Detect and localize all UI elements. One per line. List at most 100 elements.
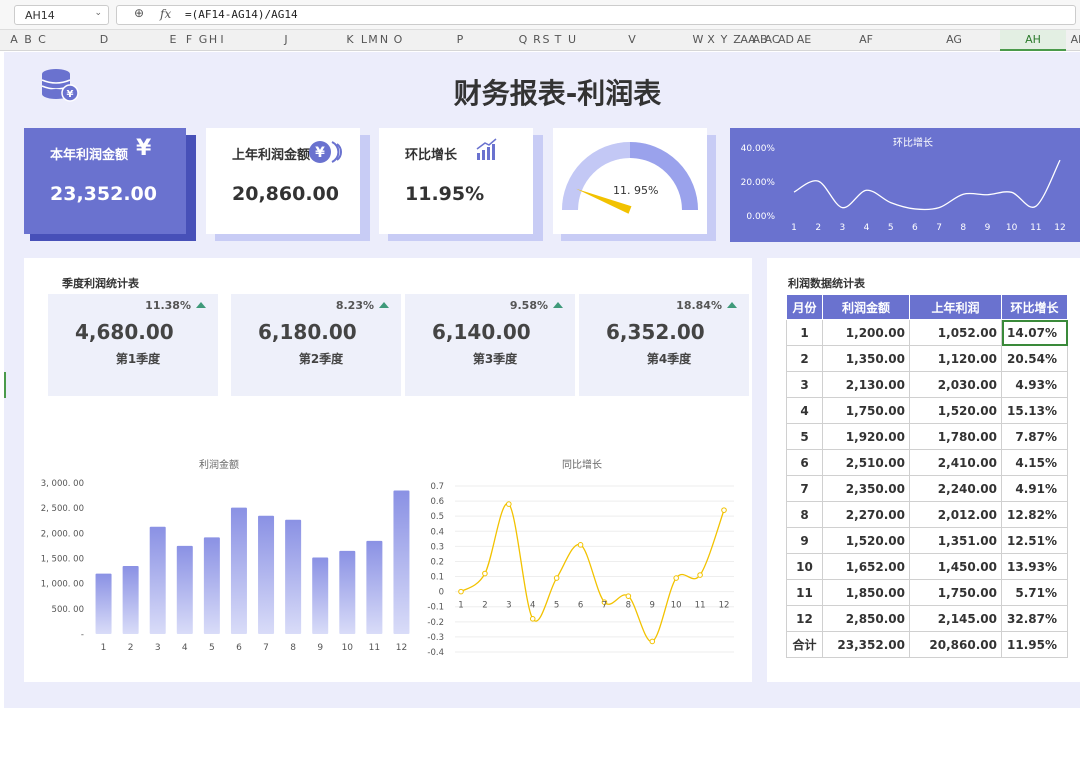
profit-data-table: 月份 利润金额 上年利润 环比增长 1 1,200.00 1,052.00 14.07… bbox=[786, 294, 1068, 658]
cell-month[interactable]: 3 bbox=[786, 371, 823, 398]
cell-last-year[interactable]: 1,450.00 bbox=[909, 553, 1002, 580]
column-header-g[interactable]: G bbox=[199, 33, 208, 46]
column-header-k[interactable]: K bbox=[346, 33, 353, 46]
cell-last-year[interactable]: 1,052.00 bbox=[909, 319, 1002, 346]
cell-growth[interactable]: 12.82% bbox=[1001, 501, 1068, 528]
name-box[interactable]: AH14 ⌄ bbox=[14, 5, 109, 25]
cell-growth[interactable]: 32.87% bbox=[1001, 605, 1068, 632]
column-header-ae[interactable]: AE bbox=[797, 33, 811, 46]
column-header-y[interactable]: Y bbox=[721, 33, 728, 46]
col-header-profit[interactable]: 利润金额 bbox=[822, 294, 910, 320]
cell-profit[interactable]: 1,750.00 bbox=[822, 397, 910, 424]
column-header-o[interactable]: O bbox=[394, 33, 403, 46]
bar-month-1 bbox=[95, 573, 112, 634]
cell-growth[interactable]: 15.13% bbox=[1001, 397, 1068, 424]
cell-month[interactable]: 2 bbox=[786, 345, 823, 372]
column-header-u[interactable]: U bbox=[568, 33, 576, 46]
quarter-panel-title: 季度利润统计表 bbox=[62, 277, 139, 290]
column-header-l[interactable]: L bbox=[361, 33, 367, 46]
cell-growth[interactable]: 4.93% bbox=[1001, 371, 1068, 398]
cell-profit[interactable]: 2,350.00 bbox=[822, 475, 910, 502]
cell-profit[interactable]: 2,510.00 bbox=[822, 449, 910, 476]
column-header-w[interactable]: W bbox=[693, 33, 704, 46]
cell-growth[interactable]: 11.95% bbox=[1001, 631, 1068, 658]
bar-month-3 bbox=[149, 526, 166, 634]
column-header-x[interactable]: X bbox=[707, 33, 715, 46]
column-header-q[interactable]: Q bbox=[519, 33, 528, 46]
cell-last-year[interactable]: 2,145.00 bbox=[909, 605, 1002, 632]
cell-last-year[interactable]: 1,750.00 bbox=[909, 579, 1002, 606]
cell-profit[interactable]: 23,352.00 bbox=[822, 631, 910, 658]
cell-month[interactable]: 12 bbox=[786, 605, 823, 632]
cell-profit[interactable]: 2,850.00 bbox=[822, 605, 910, 632]
chevron-down-icon[interactable]: ⌄ bbox=[94, 8, 102, 18]
cell-growth[interactable]: 7.87% bbox=[1001, 423, 1068, 450]
cell-month[interactable]: 11 bbox=[786, 579, 823, 606]
cell-month[interactable]: 5 bbox=[786, 423, 823, 450]
quarter-pct: 18.84% bbox=[676, 299, 722, 312]
cell-last-year[interactable]: 2,012.00 bbox=[909, 501, 1002, 528]
column-header-s[interactable]: S bbox=[543, 33, 550, 46]
cell-month[interactable]: 7 bbox=[786, 475, 823, 502]
line-point-8 bbox=[625, 593, 632, 599]
cell-last-year[interactable]: 1,780.00 bbox=[909, 423, 1002, 450]
cell-profit[interactable]: 1,520.00 bbox=[822, 527, 910, 554]
column-header-h[interactable]: H bbox=[209, 33, 217, 46]
cell-month[interactable]: 4 bbox=[786, 397, 823, 424]
cell-last-year[interactable]: 1,120.00 bbox=[909, 345, 1002, 372]
col-header-last-year[interactable]: 上年利润 bbox=[909, 294, 1002, 320]
column-header-ah[interactable]: AH bbox=[1025, 33, 1041, 46]
cell-growth[interactable]: 14.07% bbox=[1001, 319, 1068, 346]
column-header-j[interactable]: J bbox=[284, 33, 287, 46]
cell-last-year[interactable]: 2,410.00 bbox=[909, 449, 1002, 476]
formula-input[interactable]: ⊕ fx =(AF14-AG14)/AG14 bbox=[116, 5, 1076, 25]
column-header-d[interactable]: D bbox=[100, 33, 108, 46]
cell-month[interactable]: 8 bbox=[786, 501, 823, 528]
cell-profit[interactable]: 2,270.00 bbox=[822, 501, 910, 528]
col-header-month[interactable]: 月份 bbox=[786, 294, 823, 320]
column-header-t[interactable]: T bbox=[555, 33, 562, 46]
cell-month[interactable]: 9 bbox=[786, 527, 823, 554]
cell-last-year[interactable]: 1,351.00 bbox=[909, 527, 1002, 554]
cell-month[interactable]: 10 bbox=[786, 553, 823, 580]
column-header-p[interactable]: P bbox=[457, 33, 464, 46]
zoom-icon[interactable]: ⊕ bbox=[134, 6, 144, 20]
cell-profit[interactable]: 1,200.00 bbox=[822, 319, 910, 346]
function-icon[interactable]: fx bbox=[160, 7, 171, 21]
cell-growth[interactable]: 5.71% bbox=[1001, 579, 1068, 606]
column-header-af[interactable]: AF bbox=[859, 33, 873, 46]
cell-profit[interactable]: 1,652.00 bbox=[822, 553, 910, 580]
column-header-ag[interactable]: AG bbox=[946, 33, 962, 46]
cell-growth[interactable]: 20.54% bbox=[1001, 345, 1068, 372]
column-header-e[interactable]: E bbox=[170, 33, 177, 46]
column-header-c[interactable]: C bbox=[38, 33, 46, 46]
column-header-b[interactable]: B bbox=[24, 33, 32, 46]
cell-profit[interactable]: 1,350.00 bbox=[822, 345, 910, 372]
column-header-v[interactable]: V bbox=[628, 33, 636, 46]
column-header-m[interactable]: M bbox=[368, 33, 378, 46]
cell-last-year[interactable]: 2,240.00 bbox=[909, 475, 1002, 502]
column-header-f[interactable]: F bbox=[186, 33, 192, 46]
line-point-1 bbox=[458, 588, 464, 595]
cell-growth[interactable]: 12.51% bbox=[1001, 527, 1068, 554]
cell-last-year[interactable]: 20,860.00 bbox=[909, 631, 1002, 658]
column-header-ai[interactable]: AI bbox=[1071, 33, 1080, 46]
column-header-i[interactable]: I bbox=[220, 33, 223, 46]
cell-growth[interactable]: 13.93% bbox=[1001, 553, 1068, 580]
column-header-r[interactable]: R bbox=[533, 33, 541, 46]
column-header-a[interactable]: A bbox=[10, 33, 18, 46]
cell-ref: AH14 bbox=[25, 9, 55, 22]
col-header-growth[interactable]: 环比增长 bbox=[1001, 294, 1068, 320]
cell-profit[interactable]: 1,920.00 bbox=[822, 423, 910, 450]
cell-month[interactable]: 6 bbox=[786, 449, 823, 476]
cell-month[interactable]: 合计 bbox=[786, 631, 823, 658]
cell-growth[interactable]: 4.15% bbox=[1001, 449, 1068, 476]
column-header-n[interactable]: N bbox=[380, 33, 388, 46]
column-header-ad[interactable]: AD bbox=[778, 33, 794, 46]
cell-profit[interactable]: 1,850.00 bbox=[822, 579, 910, 606]
cell-month[interactable]: 1 bbox=[786, 319, 823, 346]
cell-growth[interactable]: 4.91% bbox=[1001, 475, 1068, 502]
cell-profit[interactable]: 2,130.00 bbox=[822, 371, 910, 398]
cell-last-year[interactable]: 1,520.00 bbox=[909, 397, 1002, 424]
cell-last-year[interactable]: 2,030.00 bbox=[909, 371, 1002, 398]
